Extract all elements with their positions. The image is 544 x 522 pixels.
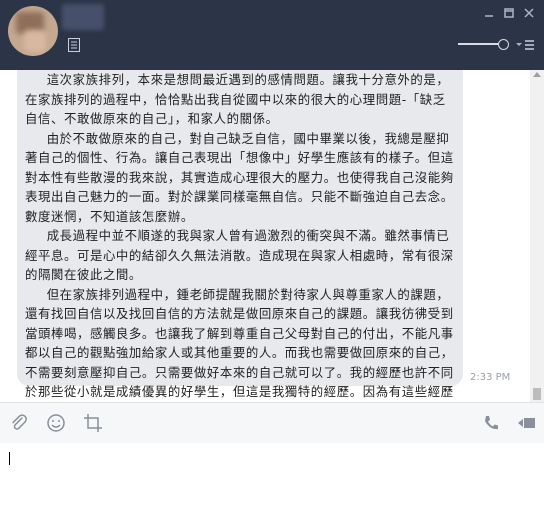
message-paragraph: 這次家族排列，本來是想問最近遇到的感情問題。讓我十分意外的是，在家族排列的過程中… — [25, 72, 450, 126]
chat-header — [0, 0, 544, 70]
volume-slider-knob[interactable] — [498, 39, 509, 50]
message-paragraph: 但在家族排列過程中，鍾老師提醒我關於對待家人與尊重家人的課題，還有找回自信以及找… — [25, 286, 454, 400]
crop-icon[interactable] — [83, 413, 103, 433]
message-input[interactable] — [0, 443, 544, 522]
contact-name — [62, 4, 104, 30]
attachment-icon[interactable] — [9, 413, 29, 433]
message-paragraph: 成長過程中並不順遂的我與家人曾有過激烈的衝突與不滿。雖然事情已經平息。可是心中的… — [25, 228, 454, 282]
avatar[interactable] — [8, 6, 58, 56]
message-bubble: 這次家族排列，本來是想問最近遇到的感情問題。讓我十分意外的是，在家族排列的過程中… — [17, 70, 463, 399]
maximize-icon[interactable] — [504, 8, 514, 18]
chat-area: 這次家族排列，本來是想問最近遇到的感情問題。讓我十分意外的是，在家族排列的過程中… — [0, 70, 530, 402]
scrollbar-thumb[interactable] — [533, 388, 541, 400]
close-icon[interactable] — [524, 8, 534, 18]
message-timestamp: 2:33 PM — [470, 372, 511, 383]
video-icon[interactable] — [516, 413, 536, 433]
menu-icon[interactable] — [515, 38, 535, 52]
volume-slider[interactable] — [458, 39, 509, 50]
text-caret — [9, 452, 10, 465]
chat-scrollbar[interactable] — [530, 70, 544, 402]
scroll-up-icon[interactable] — [533, 72, 541, 77]
phone-icon[interactable] — [481, 413, 501, 433]
message-paragraph: 由於不敢做原來的自己，對自己缺乏自信，國中畢業以後，我總是壓抑著自己的個性、行為… — [25, 130, 454, 224]
minimize-icon[interactable] — [484, 8, 494, 18]
note-icon[interactable] — [68, 38, 80, 52]
emoji-icon[interactable] — [46, 413, 66, 433]
composer-toolbar — [0, 402, 544, 444]
